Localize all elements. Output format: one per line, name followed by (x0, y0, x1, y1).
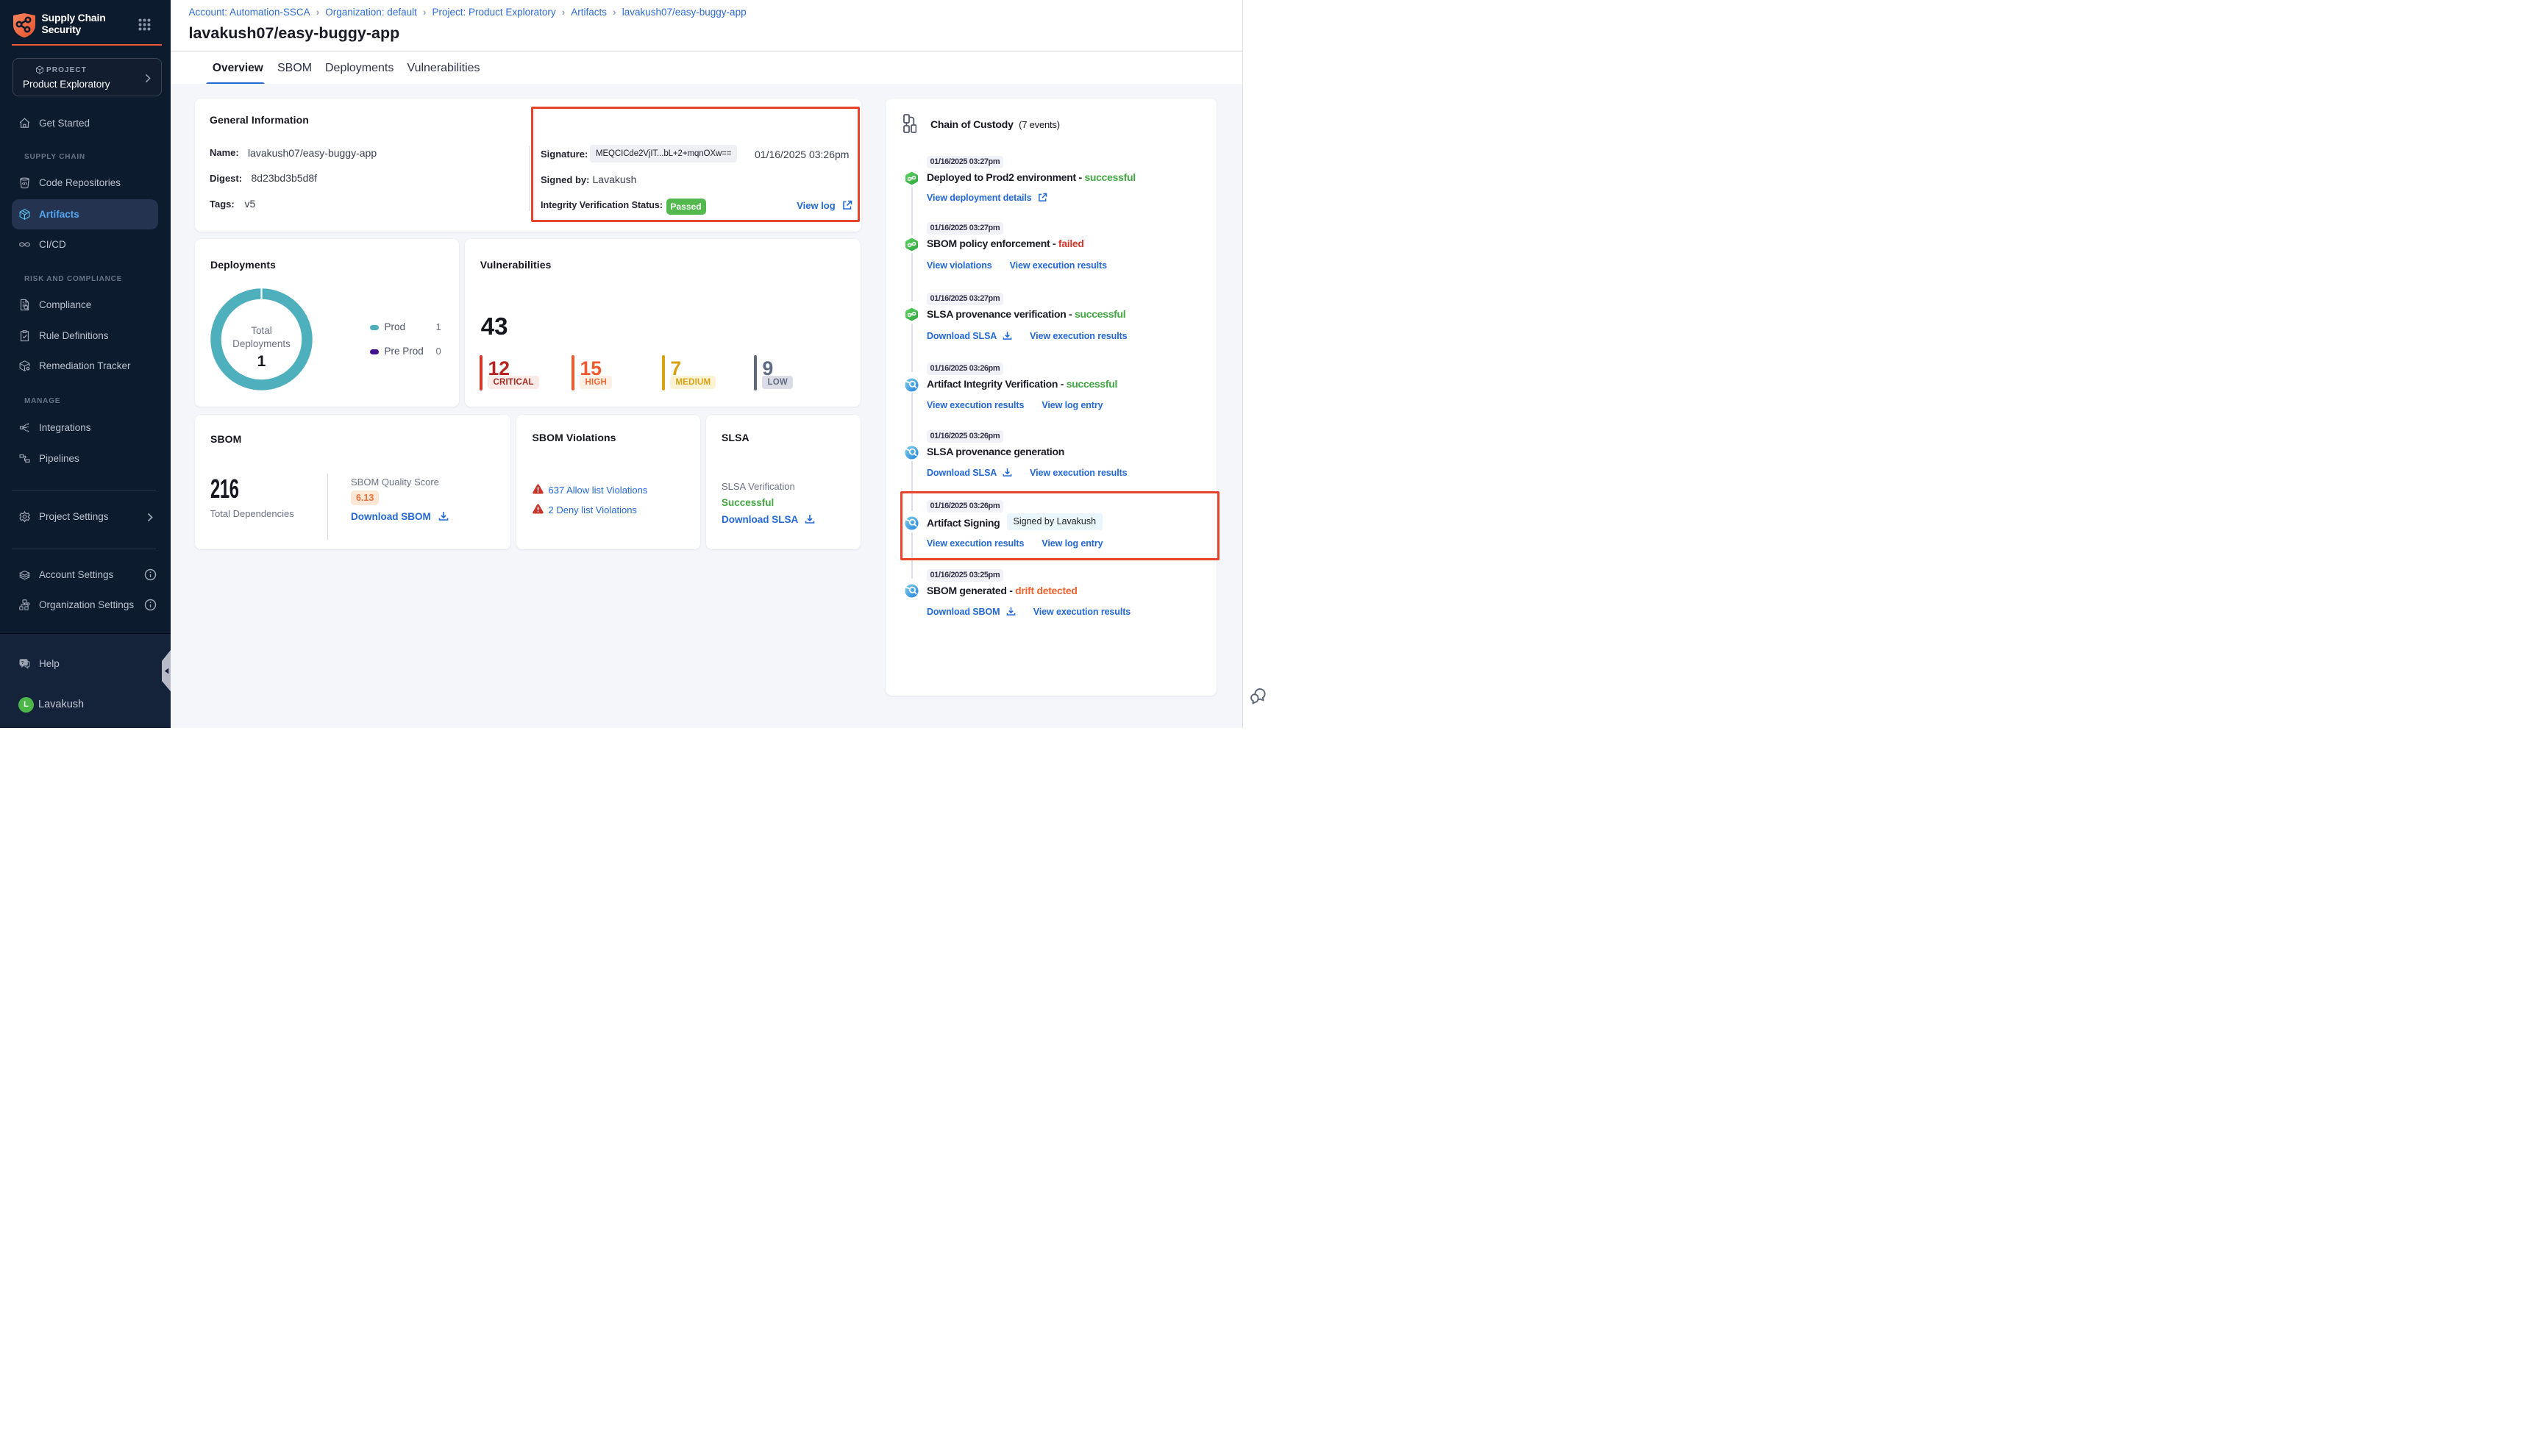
svg-text:?: ? (21, 660, 24, 665)
